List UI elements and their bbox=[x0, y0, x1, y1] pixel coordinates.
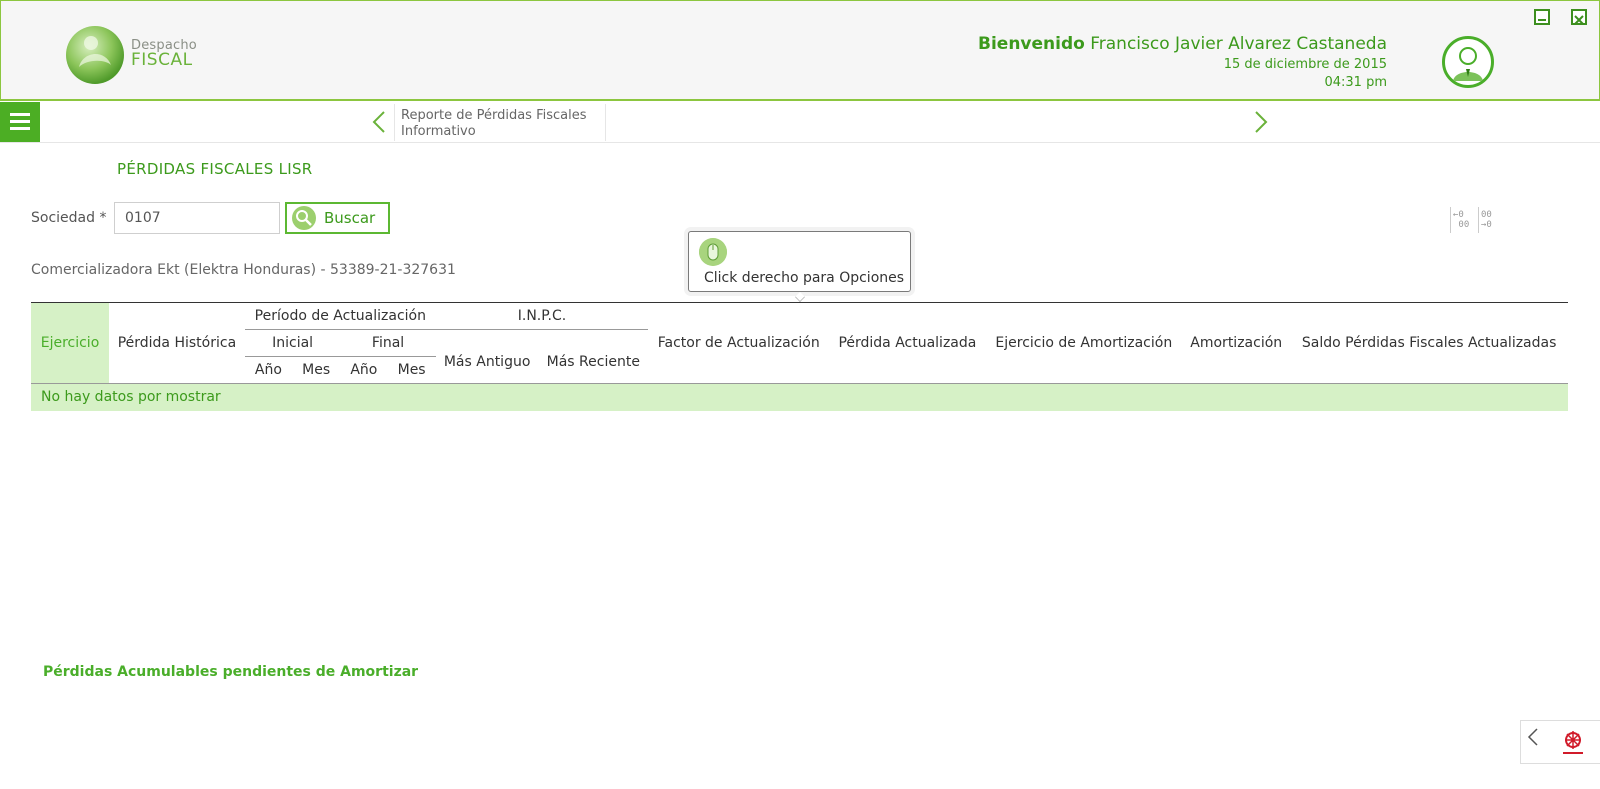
column-header-perdida-historica[interactable]: Pérdida Histórica bbox=[109, 302, 245, 384]
minimize-icon bbox=[1538, 19, 1546, 21]
mouse-icon bbox=[699, 238, 727, 266]
user-name: Francisco Javier Alvarez Castaneda bbox=[1090, 34, 1387, 54]
expand-columns-icon[interactable]: 00 →0 bbox=[1478, 207, 1504, 233]
hamburger-menu-button[interactable] bbox=[0, 102, 40, 142]
chevron-left-icon[interactable] bbox=[1527, 727, 1539, 752]
breadcrumb-line1: Reporte de Pérdidas Fiscales bbox=[401, 108, 587, 123]
column-header-final-mes[interactable]: Mes bbox=[387, 356, 436, 384]
grupo-elektra-logo bbox=[1563, 731, 1583, 754]
welcome-label: Bienvenido bbox=[978, 34, 1085, 54]
group-header-inicial: Inicial bbox=[244, 329, 341, 357]
column-header-inicial-mes[interactable]: Mes bbox=[292, 356, 341, 384]
table-row: No hay datos por mostrar bbox=[31, 383, 1568, 411]
menu-bar-icon bbox=[10, 127, 30, 130]
logo-line2: FISCAL bbox=[131, 50, 193, 70]
column-header-ejercicio-amortizacion[interactable]: Ejercicio de Amortización bbox=[985, 302, 1183, 384]
tooltip-text: Click derecho para Opciones bbox=[704, 270, 905, 286]
company-info: Comercializadora Ekt (Elektra Honduras) … bbox=[31, 262, 456, 278]
app-header: Despacho FISCAL Bienvenido Francisco Jav… bbox=[0, 0, 1600, 101]
column-header-final-anio[interactable]: Año bbox=[340, 356, 388, 384]
page-title: PÉRDIDAS FISCALES LISR bbox=[117, 160, 313, 178]
column-header-inicial-anio[interactable]: Año bbox=[244, 356, 292, 384]
menu-bar-icon bbox=[10, 120, 30, 123]
column-header-amortizacion[interactable]: Amortización bbox=[1182, 302, 1291, 384]
export-controls: ←0 00 00 →0 bbox=[1450, 207, 1508, 233]
options-tooltip: Click derecho para Opciones bbox=[688, 231, 911, 302]
despacho-fiscal-logo bbox=[66, 26, 124, 84]
column-header-perdida-actualizada[interactable]: Pérdida Actualizada bbox=[829, 302, 986, 384]
perdidas-fiscales-table: Ejercicio Pérdida Histórica Período de A… bbox=[31, 302, 1568, 411]
current-time: 04:31 pm bbox=[1324, 75, 1387, 90]
empty-message: No hay datos por mostrar bbox=[31, 383, 1568, 411]
collapse-columns-icon[interactable]: ←0 00 bbox=[1450, 207, 1476, 233]
welcome-line: Bienvenido Francisco Javier Alvarez Cast… bbox=[978, 34, 1387, 54]
menu-bar-icon bbox=[10, 113, 30, 116]
column-header-mas-antiguo[interactable]: Más Antiguo bbox=[435, 329, 539, 384]
tooltip-caret bbox=[795, 292, 805, 302]
chevron-right-icon[interactable] bbox=[1254, 110, 1268, 140]
close-icon bbox=[1574, 15, 1584, 25]
user-avatar[interactable] bbox=[1442, 36, 1494, 88]
close-button[interactable] bbox=[1571, 9, 1587, 25]
group-header-inpc: I.N.P.C. bbox=[435, 302, 649, 330]
breadcrumb-tab[interactable]: Reporte de Pérdidas Fiscales Informativo bbox=[394, 104, 606, 141]
sociedad-input[interactable] bbox=[114, 202, 280, 234]
user-icon bbox=[1453, 47, 1483, 81]
side-panel-tab[interactable] bbox=[1520, 720, 1600, 764]
buscar-button[interactable]: Buscar bbox=[285, 202, 390, 234]
welcome-block: Bienvenido Francisco Javier Alvarez Cast… bbox=[978, 34, 1387, 90]
navigation-bar: Reporte de Pérdidas Fiscales Informativo bbox=[0, 102, 1600, 143]
chevron-left-icon[interactable] bbox=[372, 110, 386, 140]
group-header-final: Final bbox=[340, 329, 436, 357]
column-header-ejercicio[interactable]: Ejercicio bbox=[31, 302, 109, 384]
buscar-label: Buscar bbox=[324, 209, 376, 227]
minimize-button[interactable] bbox=[1534, 9, 1550, 25]
column-header-factor[interactable]: Factor de Actualización bbox=[648, 302, 830, 384]
column-header-mas-reciente[interactable]: Más Reciente bbox=[538, 329, 649, 384]
sociedad-label: Sociedad * bbox=[31, 210, 107, 226]
column-header-saldo[interactable]: Saldo Pérdidas Fiscales Actualizadas bbox=[1290, 302, 1568, 384]
logo-wordmark: Despacho FISCAL bbox=[131, 39, 197, 69]
search-icon bbox=[292, 206, 316, 230]
current-date: 15 de diciembre de 2015 bbox=[1223, 57, 1387, 72]
breadcrumb-line2: Informativo bbox=[401, 124, 476, 139]
group-header-periodo: Período de Actualización bbox=[244, 302, 436, 330]
section-subtitle: Pérdidas Acumulables pendientes de Amort… bbox=[43, 664, 419, 680]
